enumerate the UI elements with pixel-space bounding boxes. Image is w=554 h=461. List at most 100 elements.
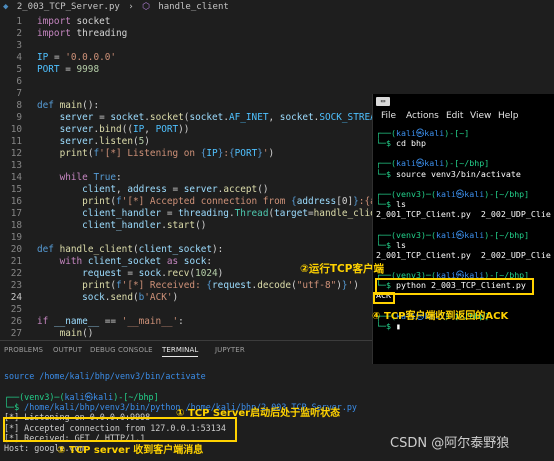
code-token: IP <box>206 148 218 159</box>
terminal-text: ┌──(venv3)─( <box>376 229 436 240</box>
terminal-text: )-[~/bhp] <box>484 229 530 240</box>
code-line[interactable]: 5 PORT = 9998 <box>0 64 554 76</box>
terminal-text: )-[~/bhp] <box>484 188 530 199</box>
kali-terminal-window[interactable]: ▭ File Actions Edit View Help ┌──(kali㉿kali)… <box>372 94 554 364</box>
tab-jupyter[interactable]: JUPYTER <box>215 346 245 354</box>
line-number: 15 <box>10 184 22 195</box>
tab-debug-console[interactable]: DEBUG CONSOLE <box>90 346 153 354</box>
code-token: client_socket <box>87 256 162 267</box>
line-number: 14 <box>10 172 22 183</box>
code-token: 'ACK' <box>144 292 173 303</box>
code-text: with client_socket as sock: <box>37 256 212 268</box>
line-number: 1 <box>16 16 22 27</box>
code-token: request <box>212 280 252 291</box>
code-token: (( <box>121 124 133 135</box>
code-token: socket <box>70 16 111 27</box>
code-text: client_handler.start() <box>37 220 206 232</box>
breadcrumb-file[interactable]: 2_003_TCP_Server.py <box>17 2 120 12</box>
line-number: 7 <box>16 88 22 99</box>
code-token: IP <box>37 52 49 63</box>
code-token: socket <box>149 112 184 123</box>
code-token: , <box>144 124 156 135</box>
breadcrumb-symbol[interactable]: handle_client <box>158 2 228 12</box>
line-number: 6 <box>16 76 22 87</box>
code-line[interactable]: 3 <box>0 40 554 52</box>
code-token: ) <box>353 280 359 291</box>
code-text: main() <box>37 328 94 340</box>
line-number: 8 <box>16 100 22 111</box>
line-number: 18 <box>10 220 22 231</box>
line-number: 19 <box>10 232 22 243</box>
code-token: __name__ <box>53 316 100 327</box>
code-token: PORT <box>234 148 258 159</box>
code-token: ) <box>217 268 224 279</box>
code-line[interactable]: 2 import threading <box>0 28 554 40</box>
code-token: request <box>82 268 122 279</box>
code-line[interactable]: 1 import socket <box>0 16 554 28</box>
terminal-text: 2_001_TCP_Client.py 2_002_UDP_Clie <box>376 249 551 260</box>
code-line[interactable]: 6 <box>0 76 554 88</box>
code-token: ): <box>212 244 224 255</box>
code-text: client_handler = threading.Thread(target… <box>37 208 393 220</box>
menu-actions[interactable]: Actions <box>406 111 439 121</box>
code-token: client_socket <box>138 244 212 255</box>
menu-edit[interactable]: Edit <box>446 111 463 121</box>
menu-file[interactable]: File <box>381 111 396 121</box>
code-token: ) <box>144 136 150 147</box>
terminal-text: ls <box>395 199 406 210</box>
code-token: main <box>59 328 83 339</box>
code-text: IP = '0.0.0.0' <box>37 52 116 64</box>
terminal-text: 2_001_TCP_Client.py 2_002_UDP_Clie <box>376 209 551 220</box>
tab-output[interactable]: OUTPUT <box>53 346 82 354</box>
terminal-text: └─$ <box>376 138 396 149</box>
code-token: target <box>274 208 308 219</box>
code-line[interactable]: 4 IP = '0.0.0.0' <box>0 52 554 64</box>
menu-view[interactable]: View <box>470 111 491 121</box>
line-number: 11 <box>10 136 22 147</box>
code-token: bind <box>99 124 122 135</box>
code-token: = <box>48 52 66 63</box>
terminal-icon: ▭ <box>376 97 390 106</box>
terminal-text: kali㉿kali <box>395 128 445 138</box>
line-number: 5 <box>16 64 22 75</box>
code-text: server.listen(5) <box>37 136 150 148</box>
terminal-text: )-[~] <box>444 128 470 138</box>
code-text: client, address = server.accept() <box>37 184 268 196</box>
terminal-text: └─$ <box>376 320 396 331</box>
code-token: = <box>59 64 77 75</box>
terminal-line: └─$ source venv3/bin/activate <box>376 169 521 180</box>
terminal-titlebar[interactable]: ▭ <box>373 94 554 108</box>
code-token: client <box>82 184 117 195</box>
line-number: 2 <box>16 28 22 39</box>
code-token: PORT <box>37 64 60 75</box>
code-token: import <box>37 16 71 27</box>
code-token: = <box>121 268 139 279</box>
line-number: 17 <box>10 208 22 219</box>
code-text: import socket <box>37 16 110 28</box>
tab-problems[interactable]: PROBLEMS <box>4 346 43 354</box>
terminal-text: source /home/kali/bhp/venv3/bin/activate <box>4 371 206 381</box>
code-token: () <box>82 328 94 339</box>
code-token: , <box>268 112 280 123</box>
code-token: == <box>99 316 122 327</box>
line-number: 22 <box>10 268 22 279</box>
code-text: server = socket.socket(socket.AF_INET, s… <box>37 112 388 124</box>
code-token: = <box>161 208 179 219</box>
code-token: '[*] Received: <box>121 280 207 291</box>
terminal-menubar: File Actions Edit View Help <box>373 111 554 125</box>
function-icon: ⬡ <box>142 2 150 12</box>
terminal-text: └─$ <box>4 401 25 412</box>
menu-help[interactable]: Help <box>498 111 519 121</box>
code-token: Thread <box>234 208 269 219</box>
code-token: : <box>178 316 184 327</box>
line-number: 27 <box>10 328 22 339</box>
watermark: CSDN @阿尔泰野狼 <box>390 436 510 451</box>
terminal-line: └─$ cd bhp <box>376 138 426 149</box>
tab-terminal[interactable]: TERMINAL <box>162 346 199 357</box>
line-number: 4 <box>16 52 22 63</box>
line-number: 10 <box>10 124 22 135</box>
